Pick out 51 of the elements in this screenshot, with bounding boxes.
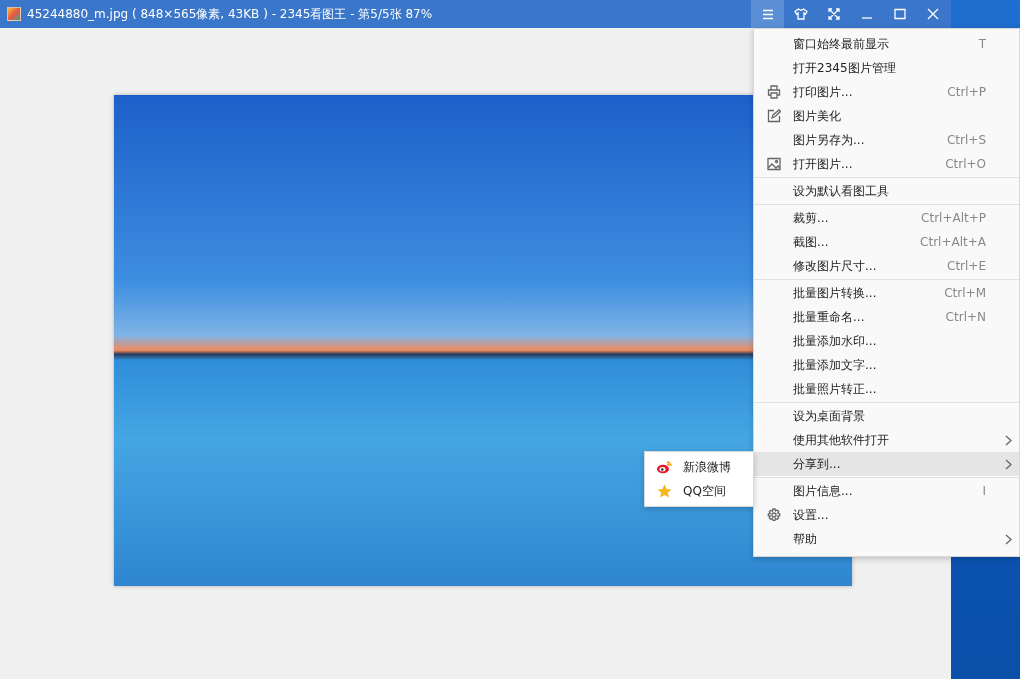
minimize-icon: [860, 17, 873, 19]
menu-item[interactable]: 打开2345图片管理: [754, 56, 1019, 80]
chevron-right-icon: [1005, 434, 1012, 446]
image-icon: [766, 157, 781, 171]
menu-item[interactable]: 设为桌面背景: [754, 404, 1019, 428]
window-title: 45244880_m.jpg ( 848×565像素, 43KB ) - 2345看图王 - 第5/5张 87%: [27, 5, 434, 23]
menu-item[interactable]: 分享到...: [754, 452, 1019, 476]
shortcut-text: Ctrl+S: [946, 133, 986, 147]
menu-item[interactable]: 裁剪... Ctrl+Alt+P: [754, 206, 1019, 230]
menu-item[interactable]: 窗口始终最前显示 T: [754, 32, 1019, 56]
menu-item[interactable]: 使用其他软件打开: [754, 428, 1019, 452]
shortcut-text: Ctrl+O: [945, 157, 986, 171]
menu-button[interactable]: [751, 0, 784, 28]
menu-item[interactable]: 图片另存为... Ctrl+S: [754, 128, 1019, 152]
shortcut-text: Ctrl+E: [947, 259, 986, 273]
menu-item[interactable]: 批量照片转正...: [754, 377, 1019, 401]
shortcut-text: Ctrl+P: [947, 85, 986, 99]
shirt-icon: [793, 8, 808, 20]
menu-item[interactable]: 打印图片... Ctrl+P: [754, 80, 1019, 104]
maximize-icon: [893, 8, 906, 20]
menu-item[interactable]: 截图... Ctrl+Alt+A: [754, 230, 1019, 254]
weibo-icon: [656, 460, 672, 474]
chevron-right-icon: [1005, 533, 1012, 545]
shortcut-text: T: [978, 37, 986, 51]
menu-item[interactable]: 打开图片... Ctrl+O: [754, 152, 1019, 176]
menu-item[interactable]: QQ空间: [645, 479, 753, 503]
close-icon: [926, 8, 939, 20]
shortcut-text: I: [982, 484, 986, 498]
menu-item[interactable]: 批量重命名... Ctrl+N: [754, 305, 1019, 329]
shortcut-text: Ctrl+Alt+A: [920, 235, 986, 249]
fullscreen-icon: [827, 8, 840, 20]
menu-item[interactable]: 设为默认看图工具: [754, 179, 1019, 203]
gear-icon: [766, 508, 781, 522]
menu-item[interactable]: 帮助: [754, 527, 1019, 551]
shortcut-text: Ctrl+Alt+P: [921, 211, 986, 225]
shortcut-text: Ctrl+M: [944, 286, 986, 300]
menu-item[interactable]: 新浪微博: [645, 455, 753, 479]
menu-item[interactable]: 批量图片转换... Ctrl+M: [754, 281, 1019, 305]
menu-item[interactable]: 修改图片尺寸... Ctrl+E: [754, 254, 1019, 278]
menu-item[interactable]: 图片信息... I: [754, 479, 1019, 503]
chevron-right-icon: [1005, 458, 1012, 470]
printer-icon: [766, 85, 781, 99]
menu-item[interactable]: 图片美化: [754, 104, 1019, 128]
menu-item[interactable]: 批量添加文字...: [754, 353, 1019, 377]
star-icon: [656, 484, 672, 498]
menu-icon: [761, 8, 774, 20]
menu-item[interactable]: 设置...: [754, 503, 1019, 527]
app-icon: [7, 7, 21, 21]
shortcut-text: Ctrl+N: [945, 310, 986, 324]
menu-item[interactable]: 批量添加水印...: [754, 329, 1019, 353]
edit-icon: [766, 109, 781, 123]
